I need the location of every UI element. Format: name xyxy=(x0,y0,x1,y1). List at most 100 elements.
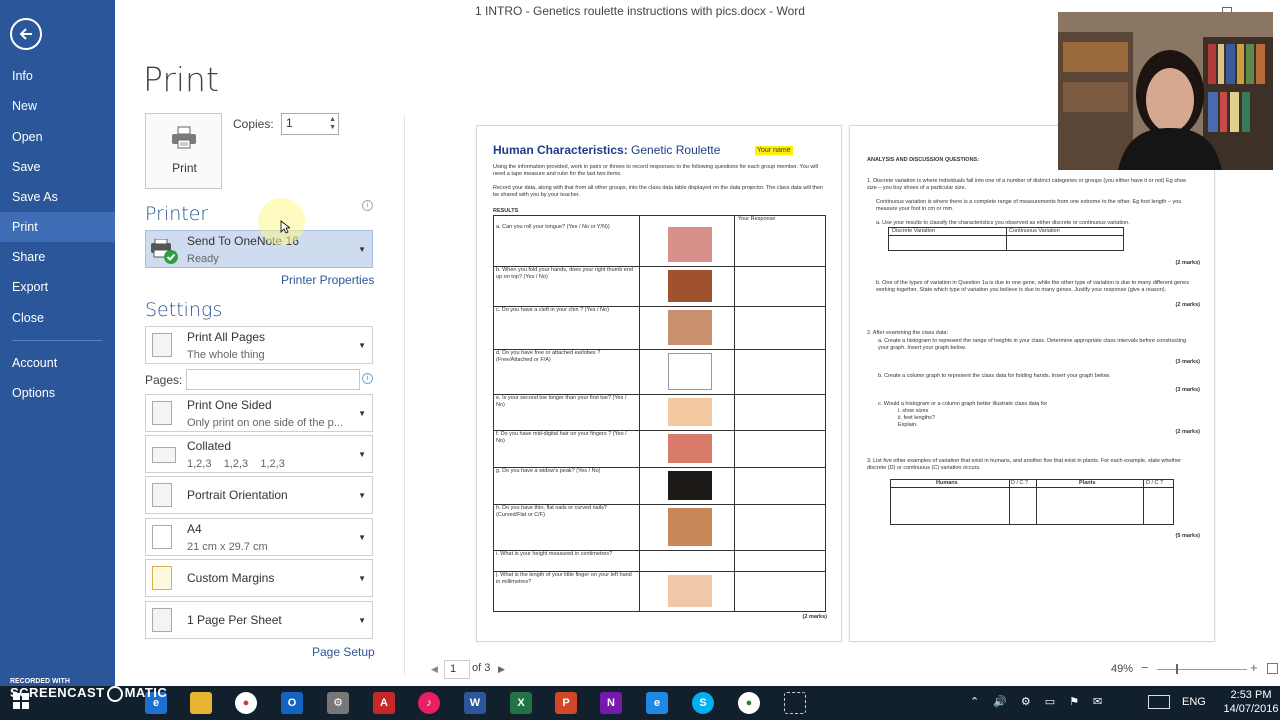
paper-size-dropdown[interactable]: A4 21 cm x 29.7 cm ▼ xyxy=(145,518,373,556)
language-indicator[interactable]: ENG xyxy=(1182,696,1206,708)
page-per-sheet-icon xyxy=(152,608,172,632)
q1b-text: b. One of the types of variation in Ques… xyxy=(876,280,1189,293)
nav-save[interactable]: Save xyxy=(0,152,115,182)
info-icon[interactable]: i xyxy=(362,200,373,211)
q2c-text: c. Would a histogram or a column graph b… xyxy=(878,401,1048,407)
margins-dropdown[interactable]: Custom Margins ▼ xyxy=(145,559,373,597)
variation-table: Discrete Variation Continuous Variation xyxy=(888,227,1124,251)
pages-input[interactable] xyxy=(186,369,360,390)
nav-new[interactable]: New xyxy=(0,91,115,121)
webcam-overlay xyxy=(1058,12,1273,170)
print-button-label: Print xyxy=(172,161,197,175)
pages-icon xyxy=(152,333,172,357)
nav-open[interactable]: Open xyxy=(0,122,115,152)
mouse-pointer-icon xyxy=(280,220,290,234)
copies-stepper[interactable]: 1 ▲ ▼ xyxy=(281,113,339,135)
pages-per-sheet-dropdown[interactable]: 1 Page Per Sheet ▼ xyxy=(145,601,373,639)
clock-date: 14/07/2016 xyxy=(1223,703,1279,715)
print-range-dropdown[interactable]: Print All Pages The whole thing ▼ xyxy=(145,326,373,364)
your-name-field: Your name xyxy=(755,146,793,155)
nav-account[interactable]: Account xyxy=(0,348,115,378)
marks-5: (5 marks) xyxy=(1175,533,1200,539)
printer-heading: Printer xyxy=(145,203,209,225)
zoom-in-icon[interactable]: + xyxy=(1250,660,1258,675)
table-row-question: h. Do you have thin, flat nails or curve… xyxy=(496,505,607,518)
settings-heading: Settings xyxy=(145,299,223,321)
portrait-icon xyxy=(152,483,172,507)
sides-dropdown[interactable]: Print One Sided Only print on one side o… xyxy=(145,394,373,432)
printer-properties-link[interactable]: Printer Properties xyxy=(281,273,374,287)
next-page-icon[interactable]: ▶ xyxy=(498,664,505,675)
one-sided-icon xyxy=(152,401,172,425)
table-row-question: b. When you fold your hands, does your r… xyxy=(496,267,633,280)
itunes-icon[interactable]: ♪ xyxy=(418,692,440,714)
table-row-question: f. Do you have mid-digital hair on your … xyxy=(496,431,627,444)
q1-text: 1. Discrete variation is where individua… xyxy=(867,178,1187,191)
zoom-to-page-icon[interactable] xyxy=(1267,663,1278,674)
chevron-down-icon: ▼ xyxy=(358,245,366,254)
page-setup-link[interactable]: Page Setup xyxy=(312,645,375,659)
excel-icon[interactable]: X xyxy=(510,692,532,714)
window-title: 1 INTRO - Genetics roulette instructions… xyxy=(475,4,805,18)
discrete-header: Discrete Variation xyxy=(892,228,935,234)
webcam-image xyxy=(1058,12,1273,170)
marks-2a: (2 marks) xyxy=(1175,260,1200,266)
dc-header-2: D / C ? xyxy=(1146,480,1164,486)
zoom-out-icon[interactable]: − xyxy=(1141,660,1149,675)
ie-icon[interactable]: e xyxy=(646,692,668,714)
chrome-icon[interactable]: ● xyxy=(235,692,257,714)
printer-status: Ready xyxy=(187,253,219,265)
keyboard-icon[interactable] xyxy=(1148,695,1170,709)
orientation-dropdown[interactable]: Portrait Orientation ▼ xyxy=(145,476,373,514)
page-number-input[interactable]: 1 xyxy=(444,660,470,679)
outlook-icon[interactable]: O xyxy=(281,692,303,714)
trait-photo xyxy=(668,398,712,426)
setting-name: 1 Page Per Sheet xyxy=(187,613,282,627)
q2a-text: a. Create a histogram to represent the r… xyxy=(878,338,1187,351)
printer-icon xyxy=(172,126,196,149)
zoom-slider[interactable] xyxy=(1157,669,1247,670)
skype-icon[interactable]: S xyxy=(692,692,714,714)
back-arrow-icon[interactable] xyxy=(10,18,42,50)
nav-info[interactable]: Info xyxy=(0,61,115,91)
nav-export[interactable]: Export xyxy=(0,272,115,302)
table-row-question: i. What is your height measured in centi… xyxy=(496,551,613,557)
file-explorer-icon[interactable] xyxy=(190,692,212,714)
title-rest: Genetic Roulette xyxy=(627,143,721,157)
intro-1: Using the information provided, work in … xyxy=(493,164,818,177)
spin-arrows-icon[interactable]: ▲ ▼ xyxy=(329,116,336,132)
zoom-slider-thumb[interactable] xyxy=(1176,664,1178,674)
onenote-icon[interactable]: N xyxy=(600,692,622,714)
snipping-tool-icon[interactable] xyxy=(784,692,806,714)
q2c-i: i. shoe sizes xyxy=(898,408,929,414)
chrome-icon-2[interactable]: ● xyxy=(738,692,760,714)
chevron-down-icon: ▼ xyxy=(358,450,366,459)
nav-share[interactable]: Share xyxy=(0,242,115,272)
app-icon[interactable]: ⚙ xyxy=(327,692,349,714)
print-button[interactable]: Print xyxy=(145,113,222,189)
watermark-line3: MATIC xyxy=(124,685,168,700)
acrobat-icon[interactable]: A xyxy=(373,692,395,714)
printer-dropdown[interactable]: Send To OneNote 16 Ready ▼ xyxy=(145,230,373,268)
plants-header: Plants xyxy=(1079,480,1096,486)
trait-photo xyxy=(668,227,712,262)
chevron-down-icon: ▼ xyxy=(358,491,366,500)
word-icon[interactable]: W xyxy=(464,692,486,714)
nav-print[interactable]: Print xyxy=(0,212,115,242)
info-icon[interactable]: i xyxy=(362,373,373,384)
nav-save-as[interactable]: Save As xyxy=(0,182,115,212)
setting-name: Collated xyxy=(187,439,232,453)
preview-footer: ◀ 1 of 3 ▶ 49% − + xyxy=(405,656,1280,684)
screencast-logo-icon xyxy=(106,685,123,702)
examples-table: Humans D / C ? Plants D / C ? xyxy=(890,479,1174,525)
dc-header-1: D / C ? xyxy=(1011,480,1029,486)
system-tray-icons[interactable]: ⌃🔊⚙▭⚑✉ xyxy=(970,695,1116,708)
nav-close[interactable]: Close xyxy=(0,303,115,333)
results-heading: RESULTS xyxy=(493,208,519,214)
taskbar-clock[interactable]: 2:53 PM 14/07/2016 xyxy=(1222,688,1280,716)
prev-page-icon[interactable]: ◀ xyxy=(431,664,438,675)
table-row-question: g. Do you have a widow's peak? (Yes / No… xyxy=(496,468,601,474)
nav-options[interactable]: Options xyxy=(0,378,115,408)
collation-dropdown[interactable]: Collated 1,2,3 1,2,3 1,2,3 ▼ xyxy=(145,435,373,473)
powerpoint-icon[interactable]: P xyxy=(555,692,577,714)
